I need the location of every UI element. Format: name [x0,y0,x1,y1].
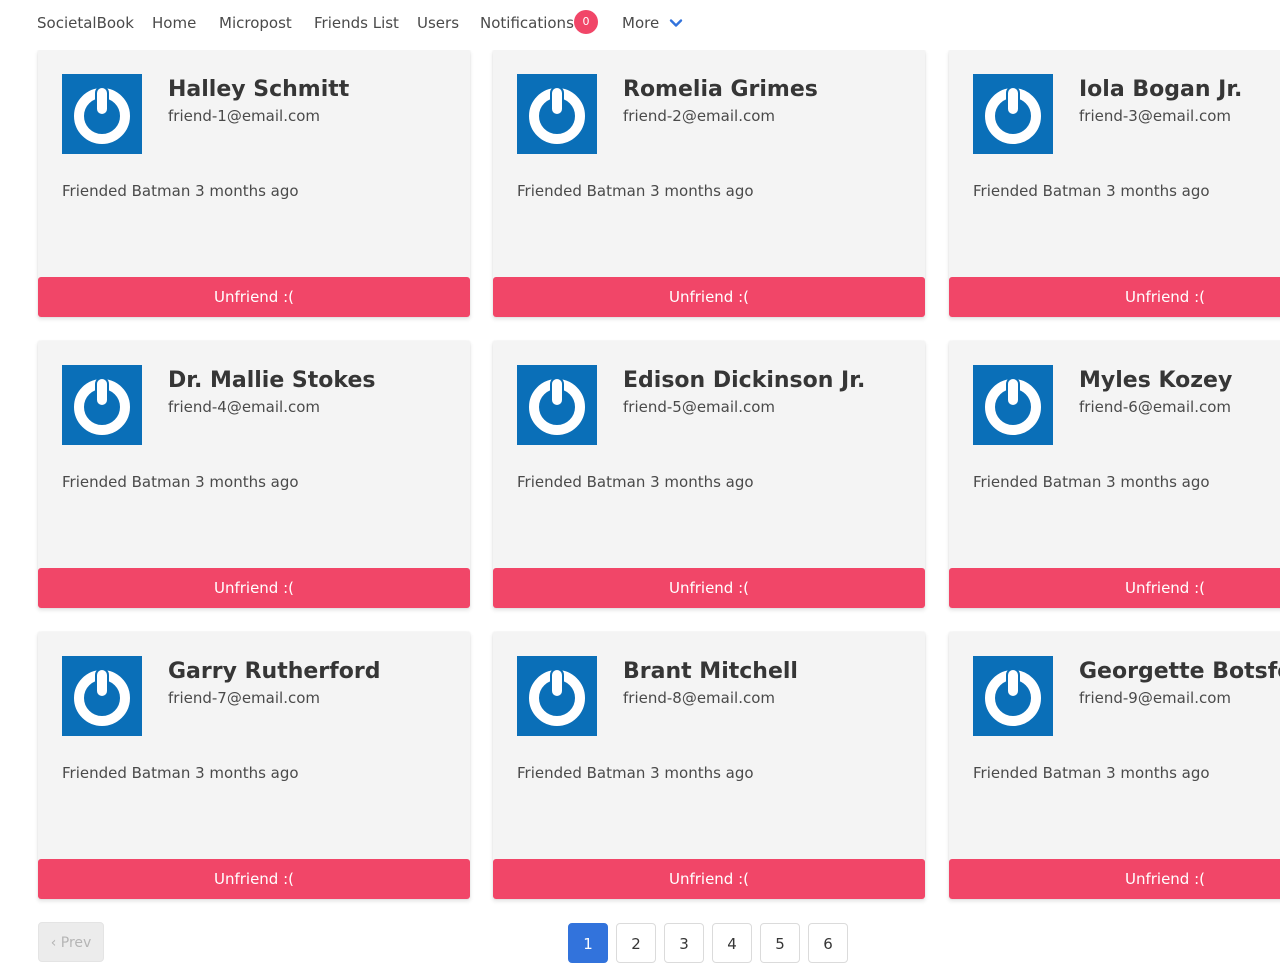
friend-email: friend-2@email.com [623,107,775,125]
unfriend-button[interactable]: Unfriend :( [38,568,470,608]
friend-card: Iola Bogan Jr. friend-3@email.com Friend… [949,50,1280,317]
friended-since: Friended Batman 3 months ago [62,182,299,200]
friend-email: friend-1@email.com [168,107,320,125]
page-6-link[interactable]: 6 [808,923,848,963]
friends-grid: Halley Schmitt friend-1@email.com Friend… [0,50,1280,910]
unfriend-button[interactable]: Unfriend :( [38,277,470,317]
friend-name[interactable]: Iola Bogan Jr. [1079,77,1242,103]
brand-link[interactable]: SocietalBook [37,14,134,32]
friend-card: Dr. Mallie Stokes friend-4@email.com Fri… [38,341,470,608]
friend-email: friend-5@email.com [623,398,775,416]
nav-users[interactable]: Users [417,14,459,32]
friended-since: Friended Batman 3 months ago [62,473,299,491]
unfriend-button[interactable]: Unfriend :( [949,859,1280,899]
friend-email: friend-9@email.com [1079,689,1231,707]
nav-home[interactable]: Home [152,14,196,32]
friend-name[interactable]: Georgette Botsford [1079,659,1280,685]
nav-more[interactable]: More [622,14,659,32]
unfriend-button[interactable]: Unfriend :( [949,277,1280,317]
friended-since: Friended Batman 3 months ago [973,764,1210,782]
friend-email: friend-7@email.com [168,689,320,707]
unfriend-button[interactable]: Unfriend :( [493,277,925,317]
power-icon [517,365,597,445]
friended-since: Friended Batman 3 months ago [973,473,1210,491]
friend-card: Halley Schmitt friend-1@email.com Friend… [38,50,470,317]
power-icon [973,656,1053,736]
nav-notifications[interactable]: Notifications [480,14,574,32]
power-icon [517,74,597,154]
friended-since: Friended Batman 3 months ago [973,182,1210,200]
friend-name[interactable]: Garry Rutherford [168,659,380,685]
friend-card: Edison Dickinson Jr. friend-5@email.com … [493,341,925,608]
friend-card: Garry Rutherford friend-7@email.com Frie… [38,632,470,899]
chevron-down-icon[interactable] [668,15,684,31]
page-5-link[interactable]: 5 [760,923,800,963]
friend-email: friend-8@email.com [623,689,775,707]
unfriend-button[interactable]: Unfriend :( [949,568,1280,608]
page-4-link[interactable]: 4 [712,923,752,963]
friend-card: Brant Mitchell friend-8@email.com Friend… [493,632,925,899]
friend-name[interactable]: Brant Mitchell [623,659,798,685]
unfriend-button[interactable]: Unfriend :( [493,568,925,608]
power-icon [62,656,142,736]
unfriend-button[interactable]: Unfriend :( [38,859,470,899]
power-icon [973,74,1053,154]
friended-since: Friended Batman 3 months ago [62,764,299,782]
friend-name[interactable]: Myles Kozey [1079,368,1232,394]
friend-email: friend-4@email.com [168,398,320,416]
friended-since: Friended Batman 3 months ago [517,182,754,200]
friended-since: Friended Batman 3 months ago [517,764,754,782]
power-icon [517,656,597,736]
nav-friends-list[interactable]: Friends List [314,14,399,32]
friend-name[interactable]: Edison Dickinson Jr. [623,368,865,394]
friend-name[interactable]: Dr. Mallie Stokes [168,368,375,394]
friend-card: Georgette Botsford friend-9@email.com Fr… [949,632,1280,899]
page-2-link[interactable]: 2 [616,923,656,963]
notifications-count-badge: 0 [574,10,598,34]
page-1-link[interactable]: 1 [568,923,608,963]
friend-card: Romelia Grimes friend-2@email.com Friend… [493,50,925,317]
power-icon [62,365,142,445]
friend-email: friend-3@email.com [1079,107,1231,125]
unfriend-button[interactable]: Unfriend :( [493,859,925,899]
navbar: SocietalBook Home Micropost Friends List… [0,0,1280,47]
power-icon [973,365,1053,445]
pagination: ‹ Prev 123456 [0,922,1280,963]
friend-name[interactable]: Romelia Grimes [623,77,818,103]
prev-page-button[interactable]: ‹ Prev [38,922,104,962]
power-icon [62,74,142,154]
friend-email: friend-6@email.com [1079,398,1231,416]
page-3-link[interactable]: 3 [664,923,704,963]
nav-micropost[interactable]: Micropost [219,14,292,32]
friend-name[interactable]: Halley Schmitt [168,77,349,103]
friend-card: Myles Kozey friend-6@email.com Friended … [949,341,1280,608]
friended-since: Friended Batman 3 months ago [517,473,754,491]
